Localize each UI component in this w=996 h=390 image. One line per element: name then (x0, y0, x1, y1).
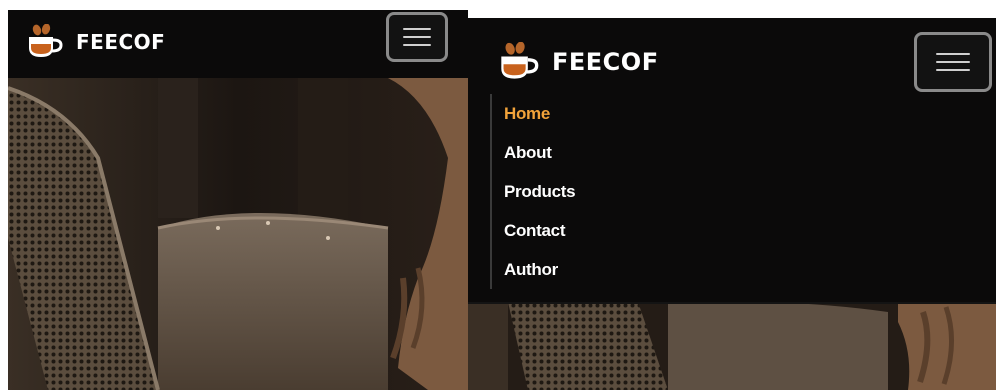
expanded-navbar-view: FEECOF Home About Products Contact Autho… (468, 18, 996, 390)
hamburger-menu-icon (936, 53, 970, 55)
nav-menu: Home About Products Contact Author (490, 94, 576, 289)
navbar-toggler-button[interactable] (386, 12, 448, 62)
nav-link-home[interactable]: Home (504, 104, 550, 123)
coffee-cup-icon (29, 24, 63, 57)
brand-link[interactable]: FEECOF (498, 42, 659, 82)
brand-name: FEECOF (552, 48, 659, 76)
navbar-toggler-button[interactable] (914, 32, 992, 92)
nav-link-contact[interactable]: Contact (504, 221, 565, 240)
nav-link-products[interactable]: Products (504, 182, 576, 201)
collapsed-navbar-view: FEECOF (8, 10, 468, 390)
hero-image (468, 302, 996, 390)
hero-image (8, 78, 468, 390)
nav-link-author[interactable]: Author (504, 260, 558, 279)
hamburger-menu-icon (403, 28, 431, 30)
navbar: FEECOF Home About Products Contact Autho… (468, 18, 996, 304)
navbar: FEECOF (8, 10, 468, 78)
nav-item-author: Author (504, 250, 575, 289)
nav-item-home: Home (504, 94, 575, 133)
nav-item-about: About (504, 133, 575, 172)
brand-name: FEECOF (76, 30, 166, 54)
brand-link[interactable]: FEECOF (26, 24, 165, 60)
nav-link-about[interactable]: About (504, 143, 552, 162)
nav-item-contact: Contact (504, 211, 575, 250)
coffee-cup-icon (501, 42, 539, 79)
nav-item-products: Products (504, 172, 576, 211)
